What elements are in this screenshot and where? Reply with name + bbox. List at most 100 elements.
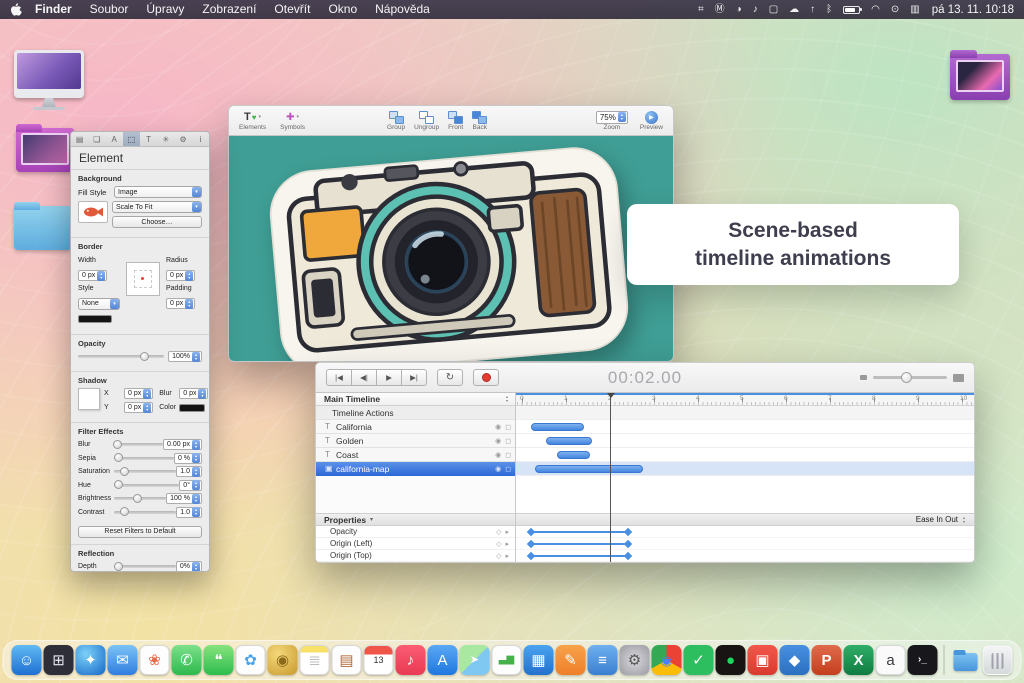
symbols-menu-button[interactable]: ✚ ▾ Symbols	[280, 111, 305, 131]
terminal[interactable]: ›_	[907, 645, 938, 675]
blue-folder-icon[interactable]	[14, 202, 72, 250]
jump-to-start-button[interactable]: |◀	[326, 369, 352, 386]
filter-saturation-slider[interactable]	[114, 466, 177, 476]
animation-bar-california[interactable]	[530, 423, 584, 431]
timeline-track-california[interactable]	[516, 420, 974, 434]
scale-mode-dropdown[interactable]: Scale To Fit ▾	[112, 201, 202, 213]
filter-brightness-slider[interactable]	[114, 493, 167, 503]
tab-element[interactable]: ⬚	[122, 132, 140, 146]
filter-brightness-field[interactable]: 100 % ▴ ▾	[166, 493, 202, 504]
filter-saturation-field[interactable]: 1.0 ▴ ▾	[176, 466, 202, 477]
border-radius-field[interactable]: 0 px ▴ ▾	[166, 270, 196, 281]
menu-item-okno[interactable]: Okno	[319, 0, 366, 19]
timeline-row-california[interactable]: T California ◉ ◻	[316, 420, 515, 434]
property-row-opacity[interactable]: Opacity ◇ ▸	[316, 526, 515, 538]
keynote[interactable]: ▦	[523, 645, 554, 675]
choose-image-button[interactable]: Choose…	[112, 216, 202, 228]
messages[interactable]: ❝	[203, 645, 234, 675]
border-width-field[interactable]: 0 px ▴ ▾	[78, 270, 108, 281]
timeline-actions-row[interactable]: Timeline Actions	[316, 406, 515, 420]
opacity-slider[interactable]	[78, 351, 165, 361]
app-store[interactable]: A	[427, 645, 458, 675]
keyframe-nav-icon[interactable]: ▸	[505, 528, 509, 536]
shadow-x-field[interactable]: 0 px ▴ ▾	[124, 388, 154, 399]
property-row-origin-top[interactable]: Origin (Top) ◇ ▸	[316, 550, 515, 562]
keyframe-line[interactable]	[530, 531, 628, 533]
send-back-button[interactable]: Back	[472, 110, 488, 131]
imac-desktop-icon[interactable]	[14, 50, 84, 110]
system-settings[interactable]: ⚙	[619, 645, 650, 675]
maps[interactable]: ➤	[459, 645, 490, 675]
a-writer-app[interactable]: a	[875, 645, 906, 675]
gmail-icon[interactable]: Ⓜ	[715, 0, 725, 19]
red-app[interactable]: ▣	[747, 645, 778, 675]
gold-coin-app[interactable]: ◉	[267, 645, 298, 675]
property-track-origin-top[interactable]	[516, 550, 974, 562]
green-check-app[interactable]: ✓	[683, 645, 714, 675]
keyframe-add-icon[interactable]: ◇	[496, 540, 501, 548]
bring-front-button[interactable]: Front	[448, 110, 463, 131]
opacity-slider-knob[interactable]	[140, 351, 150, 361]
keyframe-diamond[interactable]	[526, 539, 536, 549]
playhead[interactable]	[606, 393, 615, 562]
timeline-row-coast[interactable]: T Coast ◉ ◻	[316, 448, 515, 462]
filter-sepia-field[interactable]: 0 % ▴ ▾	[173, 452, 202, 464]
keyframe-line[interactable]	[530, 543, 628, 545]
eye-icon[interactable]: ◉	[495, 437, 501, 445]
keyframe-diamond[interactable]	[526, 527, 536, 537]
shadow-color-swatch[interactable]	[179, 403, 206, 412]
display-icon[interactable]: ▢	[769, 0, 778, 19]
upload-icon[interactable]: ↑	[810, 0, 815, 19]
fill-image-thumbnail[interactable]	[78, 201, 108, 223]
reflection-depth-field[interactable]: 0% ▴ ▾	[175, 561, 202, 571]
reset-filters-button[interactable]: Reset Filters to Default	[78, 525, 202, 538]
border-color-swatch[interactable]	[78, 315, 112, 323]
tab-text[interactable]: A	[106, 132, 123, 146]
border-sides-diagram[interactable]	[126, 262, 160, 296]
spaces-icon[interactable]: ⌗	[698, 0, 704, 19]
menu-item-soubor[interactable]: Soubor	[81, 0, 138, 19]
easing-dropdown[interactable]: Ease In Out ▴ ▾	[916, 515, 968, 525]
trash[interactable]	[982, 645, 1013, 675]
timeline-ruler[interactable]: 012345678910	[516, 395, 974, 406]
timeline-track-california-map[interactable]	[516, 462, 974, 476]
tab-scene[interactable]: ❏	[88, 132, 105, 146]
menu-item-zobrazen[interactable]: Zobrazení	[193, 0, 265, 19]
timeline-zoom-slider[interactable]	[873, 372, 947, 383]
shadow-y-field[interactable]: 0 px ▴ ▾	[124, 402, 154, 413]
keyframe-diamond[interactable]	[623, 527, 632, 537]
zoom-in-icon[interactable]	[953, 373, 964, 382]
photo-booth[interactable]: ✿	[235, 645, 266, 675]
contrast-icon[interactable]: ◑	[736, 0, 742, 19]
zoom-control[interactable]: 75% ▴ ▾ Zoom	[595, 110, 628, 131]
books[interactable]: ▤	[331, 645, 362, 675]
menu-item-pravy[interactable]: Úpravy	[137, 0, 193, 19]
timeline-track-golden[interactable]	[516, 434, 974, 448]
property-track-opacity[interactable]	[516, 526, 974, 538]
blue-app[interactable]: ◆	[779, 645, 810, 675]
filter-hue-slider[interactable]	[113, 480, 180, 489]
animation-bar-california-map[interactable]	[535, 465, 643, 473]
preview-app[interactable]: ≡	[587, 645, 618, 675]
keyframe-line[interactable]	[530, 555, 628, 557]
menu-clock[interactable]: pá 13. 11. 10:18	[932, 4, 1014, 16]
loop-button[interactable]: ↻	[437, 369, 463, 386]
record-button[interactable]	[473, 369, 499, 386]
properties-header[interactable]: Properties ▾	[316, 513, 515, 526]
lock-icon[interactable]: ◻	[505, 451, 511, 459]
menu-item-finder[interactable]: Finder	[26, 0, 81, 19]
pink-folder-icon[interactable]	[16, 124, 74, 172]
purple-folder-icon[interactable]	[950, 50, 1010, 100]
animation-bar-coast[interactable]	[557, 451, 591, 459]
timeline-actions-track[interactable]	[516, 406, 974, 420]
zoom-out-icon[interactable]	[860, 375, 867, 380]
ungroup-button[interactable]: Ungroup	[414, 110, 439, 131]
keyframe-diamond[interactable]	[623, 539, 632, 549]
tab-identity[interactable]: i	[192, 132, 209, 146]
chrome[interactable]: ◉	[651, 645, 682, 675]
safari[interactable]: ✦	[75, 645, 106, 675]
battery-icon[interactable]	[843, 5, 863, 14]
downloads-folder[interactable]	[951, 645, 981, 675]
zoom-slider-knob[interactable]	[901, 372, 913, 383]
opacity-field[interactable]: 100% ▴ ▾	[168, 351, 202, 362]
